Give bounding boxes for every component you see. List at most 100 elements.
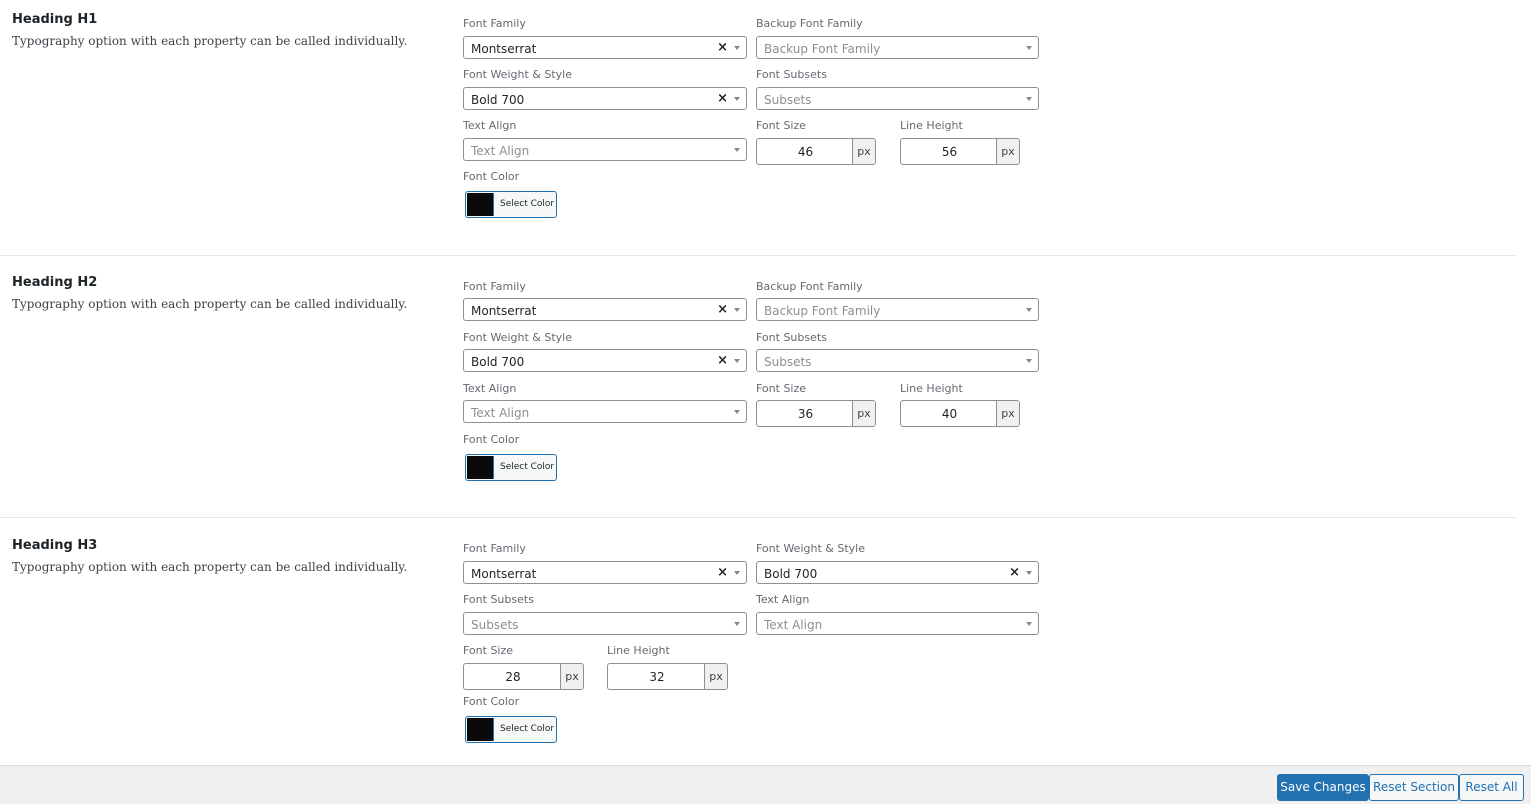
line-height-field: px bbox=[900, 400, 1020, 427]
clear-icon[interactable]: × bbox=[717, 40, 728, 55]
line-height-label: Line Height bbox=[900, 382, 963, 395]
chevron-down-icon bbox=[1026, 622, 1032, 626]
backup-font-family-placeholder: Backup Font Family bbox=[764, 304, 881, 318]
typography-section-h3: Heading H3 Typography option with each p… bbox=[0, 526, 1516, 765]
chevron-down-icon bbox=[1026, 571, 1032, 575]
chevron-down-icon bbox=[734, 622, 740, 626]
section-divider bbox=[0, 255, 1516, 256]
chevron-down-icon bbox=[1026, 46, 1032, 50]
select-color-button[interactable]: Select Color bbox=[465, 454, 557, 481]
chevron-down-icon bbox=[734, 410, 740, 414]
backup-font-family-select[interactable]: Backup Font Family bbox=[756, 36, 1039, 59]
chevron-down-icon bbox=[1026, 308, 1032, 312]
color-swatch bbox=[467, 193, 494, 216]
clear-icon[interactable]: × bbox=[717, 565, 728, 580]
font-family-value: Montserrat bbox=[471, 567, 537, 581]
text-align-placeholder: Text Align bbox=[471, 406, 530, 420]
save-changes-button[interactable]: Save Changes bbox=[1277, 774, 1369, 801]
font-subsets-label: Font Subsets bbox=[756, 331, 827, 344]
line-height-unit: px bbox=[996, 401, 1019, 426]
text-align-select[interactable]: Text Align bbox=[463, 400, 747, 423]
font-family-label: Font Family bbox=[463, 280, 526, 293]
font-size-field: px bbox=[463, 663, 584, 690]
options-footer: Save Changes Reset Section Reset All bbox=[0, 765, 1531, 804]
chevron-down-icon bbox=[734, 46, 740, 50]
text-align-label: Text Align bbox=[463, 119, 517, 132]
backup-font-family-placeholder: Backup Font Family bbox=[764, 42, 881, 56]
font-weight-value: Bold 700 bbox=[764, 567, 818, 581]
font-weight-label: Font Weight & Style bbox=[463, 331, 572, 344]
line-height-field: px bbox=[900, 138, 1020, 165]
font-subsets-placeholder: Subsets bbox=[764, 93, 812, 107]
font-family-select[interactable]: Montserrat × bbox=[463, 561, 747, 584]
section-divider bbox=[0, 517, 1516, 518]
section-title: Heading H2 bbox=[12, 275, 98, 290]
font-subsets-select[interactable]: Subsets bbox=[756, 87, 1039, 110]
chevron-down-icon bbox=[734, 359, 740, 363]
clear-icon[interactable]: × bbox=[717, 91, 728, 106]
chevron-down-icon bbox=[1026, 97, 1032, 101]
font-weight-value: Bold 700 bbox=[471, 93, 525, 107]
text-align-label: Text Align bbox=[756, 593, 810, 606]
font-color-label: Font Color bbox=[463, 695, 520, 708]
reset-section-button[interactable]: Reset Section bbox=[1369, 774, 1459, 801]
reset-all-button[interactable]: Reset All bbox=[1459, 774, 1524, 801]
backup-font-family-label: Backup Font Family bbox=[756, 17, 863, 30]
backup-font-family-select[interactable]: Backup Font Family bbox=[756, 298, 1039, 321]
select-color-label: Select Color bbox=[500, 724, 555, 734]
font-family-label: Font Family bbox=[463, 542, 526, 555]
text-align-label: Text Align bbox=[463, 382, 517, 395]
line-height-unit: px bbox=[704, 664, 727, 689]
font-weight-label: Font Weight & Style bbox=[756, 542, 865, 555]
line-height-unit: px bbox=[996, 139, 1019, 164]
font-size-field: px bbox=[756, 138, 876, 165]
font-color-label: Font Color bbox=[463, 170, 520, 183]
line-height-input[interactable] bbox=[901, 401, 998, 426]
font-subsets-placeholder: Subsets bbox=[764, 355, 812, 369]
font-size-unit: px bbox=[852, 401, 875, 426]
section-description: Typography option with each property can… bbox=[12, 34, 408, 48]
font-size-input[interactable] bbox=[757, 139, 854, 164]
font-weight-label: Font Weight & Style bbox=[463, 68, 572, 81]
line-height-label: Line Height bbox=[607, 644, 670, 657]
typography-section-h1: Heading H1 Typography option with each p… bbox=[0, 0, 1516, 255]
font-size-input[interactable] bbox=[464, 664, 562, 689]
font-subsets-select[interactable]: Subsets bbox=[463, 612, 747, 635]
clear-icon[interactable]: × bbox=[717, 302, 728, 317]
clear-icon[interactable]: × bbox=[1009, 565, 1020, 580]
font-weight-value: Bold 700 bbox=[471, 355, 525, 369]
text-align-select[interactable]: Text Align bbox=[756, 612, 1039, 635]
font-weight-select[interactable]: Bold 700 × bbox=[463, 87, 747, 110]
font-size-input[interactable] bbox=[757, 401, 854, 426]
font-family-select[interactable]: Montserrat × bbox=[463, 36, 747, 59]
chevron-down-icon bbox=[734, 308, 740, 312]
chevron-down-icon bbox=[1026, 359, 1032, 363]
line-height-input[interactable] bbox=[901, 139, 998, 164]
font-size-label: Font Size bbox=[463, 644, 514, 657]
font-weight-select[interactable]: Bold 700 × bbox=[463, 349, 747, 372]
line-height-field: px bbox=[607, 663, 728, 690]
font-subsets-label: Font Subsets bbox=[756, 68, 827, 81]
font-weight-select[interactable]: Bold 700 × bbox=[756, 561, 1039, 584]
font-size-field: px bbox=[756, 400, 876, 427]
font-subsets-placeholder: Subsets bbox=[471, 618, 519, 632]
select-color-button[interactable]: Select Color bbox=[465, 716, 557, 743]
font-family-select[interactable]: Montserrat × bbox=[463, 298, 747, 321]
select-color-label: Select Color bbox=[500, 462, 555, 472]
text-align-select[interactable]: Text Align bbox=[463, 138, 747, 161]
line-height-label: Line Height bbox=[900, 119, 963, 132]
color-swatch bbox=[467, 456, 494, 479]
select-color-label: Select Color bbox=[500, 199, 555, 209]
clear-icon[interactable]: × bbox=[717, 353, 728, 368]
font-subsets-select[interactable]: Subsets bbox=[756, 349, 1039, 372]
chevron-down-icon bbox=[734, 97, 740, 101]
select-color-button[interactable]: Select Color bbox=[465, 191, 557, 218]
font-family-value: Montserrat bbox=[471, 42, 537, 56]
line-height-input[interactable] bbox=[608, 664, 706, 689]
chevron-down-icon bbox=[734, 571, 740, 575]
font-family-value: Montserrat bbox=[471, 304, 537, 318]
section-description: Typography option with each property can… bbox=[12, 297, 408, 311]
font-size-unit: px bbox=[852, 139, 875, 164]
font-color-label: Font Color bbox=[463, 433, 520, 446]
font-size-unit: px bbox=[560, 664, 583, 689]
